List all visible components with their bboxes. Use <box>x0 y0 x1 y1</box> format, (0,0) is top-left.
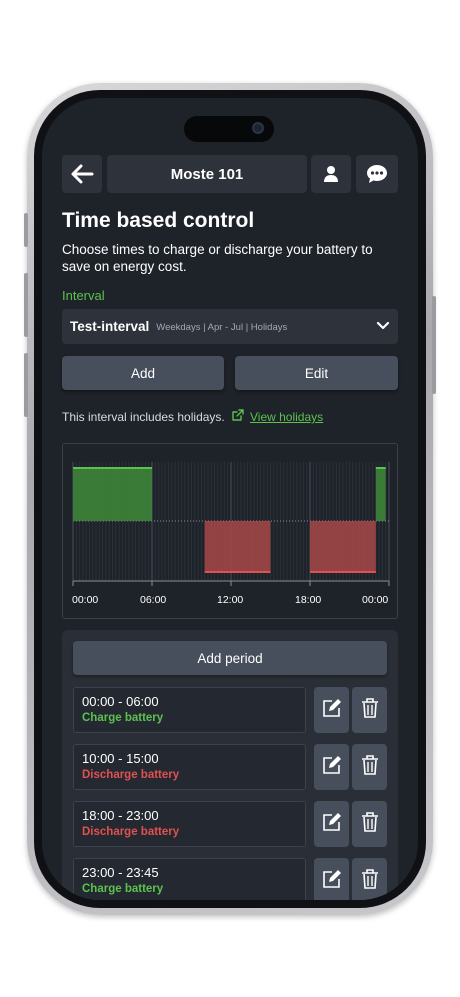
edit-period-button[interactable] <box>314 744 349 790</box>
add-period-button[interactable]: Add period <box>73 641 387 675</box>
back-button[interactable] <box>62 155 102 193</box>
external-link-icon <box>232 409 244 421</box>
edit-icon <box>322 869 342 894</box>
add-interval-button[interactable]: Add <box>62 356 224 390</box>
front-camera <box>252 122 264 134</box>
charge-bar <box>375 468 386 521</box>
trash-icon <box>360 868 380 895</box>
period-card[interactable]: 23:00 - 23:45 Charge battery <box>73 858 306 900</box>
user-icon <box>324 166 338 182</box>
period-row: 23:00 - 23:45 Charge battery <box>73 858 387 900</box>
periods-panel: Add period 00:00 - 06:00 Charge battery … <box>62 630 398 900</box>
delete-period-button[interactable] <box>352 801 387 847</box>
edit-icon <box>322 812 342 837</box>
edit-period-button[interactable] <box>314 687 349 733</box>
trash-icon <box>360 697 380 724</box>
period-card[interactable]: 18:00 - 23:00 Discharge battery <box>73 801 306 847</box>
edit-icon <box>322 755 342 780</box>
site-name: Moste 101 <box>170 165 244 183</box>
phone-volume-down-button <box>24 353 28 417</box>
interval-select[interactable]: Test-interval Weekdays | Apr - Jul | Hol… <box>62 309 398 344</box>
charge-bar <box>73 468 152 521</box>
x-tick-label: 00:00 <box>72 594 99 606</box>
x-tick-label: 18:00 <box>295 594 322 606</box>
page-title: Time based control <box>62 209 255 232</box>
app-screen: Moste 101 Time based control Choose time… <box>42 98 418 900</box>
edit-interval-button[interactable]: Edit <box>235 356 398 390</box>
period-time: 23:00 - 23:45 <box>82 865 159 880</box>
holiday-note: This interval includes holidays. <box>62 410 225 424</box>
profile-button[interactable] <box>311 155 351 193</box>
chat-button[interactable] <box>356 155 398 193</box>
delete-period-button[interactable] <box>352 858 387 900</box>
period-time: 00:00 - 06:00 <box>82 694 159 709</box>
trash-icon <box>360 811 380 838</box>
view-holidays-link[interactable]: View holidays <box>250 410 323 424</box>
interval-label: Interval <box>62 288 105 303</box>
x-tick-label: 00:00 <box>362 594 389 606</box>
delete-period-button[interactable] <box>352 744 387 790</box>
trash-icon <box>360 754 380 781</box>
interval-description: Weekdays | Apr - Jul | Holidays <box>156 322 288 333</box>
period-row: 10:00 - 15:00 Discharge battery <box>73 744 387 790</box>
chat-bubble-icon <box>367 165 387 183</box>
period-card[interactable]: 00:00 - 06:00 Charge battery <box>73 687 306 733</box>
period-row: 00:00 - 06:00 Charge battery <box>73 687 387 733</box>
period-action: Discharge battery <box>82 826 180 838</box>
schedule-chart: 00:00 06:00 12:00 18:00 00:00 <box>62 443 398 619</box>
chevron-down-icon <box>376 321 390 330</box>
page-subtitle: Choose times to charge or discharge your… <box>62 242 373 274</box>
period-action: Charge battery <box>82 883 164 895</box>
edit-period-button[interactable] <box>314 858 349 900</box>
discharge-bar <box>204 521 271 572</box>
phone-action-button <box>24 213 28 247</box>
site-selector[interactable]: Moste 101 <box>107 155 307 193</box>
arrow-left-icon <box>71 164 94 184</box>
period-action: Charge battery <box>82 712 164 724</box>
period-action: Discharge battery <box>82 769 180 781</box>
edit-icon <box>322 698 342 723</box>
period-time: 10:00 - 15:00 <box>82 751 159 766</box>
x-tick-label: 06:00 <box>140 594 167 606</box>
period-card[interactable]: 10:00 - 15:00 Discharge battery <box>73 744 306 790</box>
phone-power-button <box>432 296 436 394</box>
delete-period-button[interactable] <box>352 687 387 733</box>
phone-volume-up-button <box>24 273 28 337</box>
period-row: 18:00 - 23:00 Discharge battery <box>73 801 387 847</box>
interval-name: Test-interval <box>70 319 150 334</box>
period-time: 18:00 - 23:00 <box>82 808 159 823</box>
discharge-bar <box>310 521 376 572</box>
x-tick-label: 12:00 <box>217 594 244 606</box>
edit-period-button[interactable] <box>314 801 349 847</box>
